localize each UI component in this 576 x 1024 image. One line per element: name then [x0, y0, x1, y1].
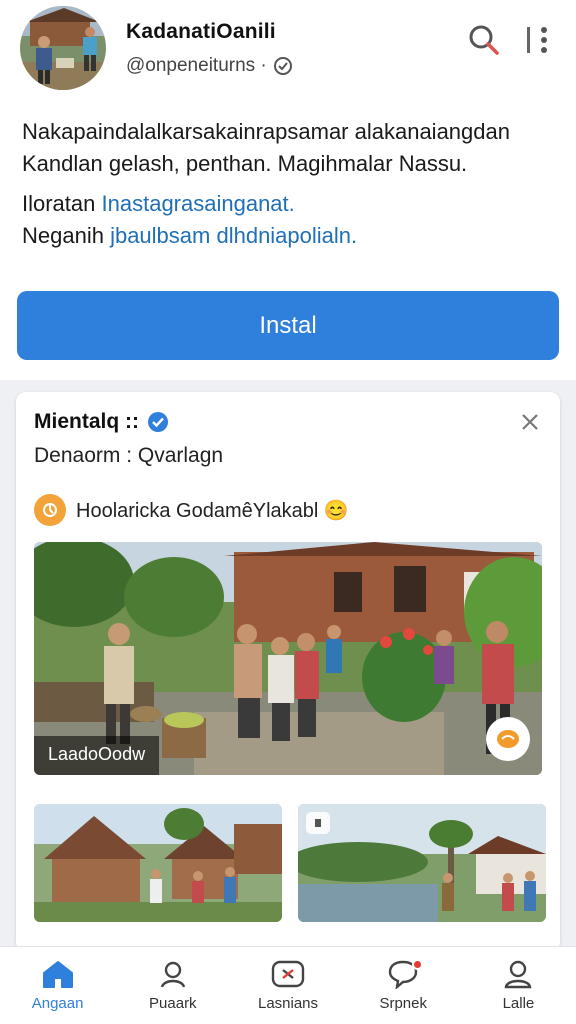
home-icon: [42, 961, 73, 988]
bio-line: Nakapaindalalkarsakainrapsamar alakanaia…: [22, 119, 510, 144]
search-icon[interactable]: [466, 22, 502, 58]
post-title: Mientalq ::: [34, 410, 139, 433]
profile-bio: Nakapaindalalkarsakainrapsamar alakanaia…: [22, 116, 562, 252]
link-prefix: Iloratan: [22, 191, 96, 216]
thumbnail-photo[interactable]: [298, 804, 546, 922]
bio-line: Kandlan gelash, penthan. Magihmalar Nass…: [22, 151, 468, 176]
post-title-row: Mientalq ::: [34, 410, 169, 434]
nav-label: Lalle: [502, 995, 535, 1012]
nav-item-search[interactable]: Puaark: [115, 947, 230, 1024]
verified-badge-icon: [148, 412, 168, 432]
games-icon: [271, 960, 305, 988]
nav-item-messages[interactable]: Srpnek: [346, 947, 461, 1024]
photo-caption: LaadoOodw: [34, 736, 160, 775]
nav-label: Angaan: [31, 995, 84, 1012]
notification-dot: [411, 959, 423, 970]
install-button[interactable]: Instal: [17, 291, 559, 360]
main-photo[interactable]: LaadoOodw: [34, 542, 542, 775]
bio-link-row: Neganih jbaulbsam dlhdniapolialn.: [22, 220, 562, 252]
photo-reaction-badge[interactable]: [486, 717, 530, 761]
profile-handle: @onpeneiturns ·: [126, 55, 267, 76]
nav-item-games[interactable]: Lasnians: [230, 947, 345, 1024]
post-subtitle: Denaorm : Qvarlagn: [34, 444, 224, 467]
handle-row: @onpeneiturns ·: [126, 55, 293, 77]
nav-label: Lasnians: [257, 995, 319, 1012]
location-icon: [34, 494, 66, 526]
bio-link-row: Iloratan Inastagrasainganat.: [22, 188, 562, 220]
profile-name: KadanatiOanili: [126, 20, 276, 43]
profile-link[interactable]: jbaulbsam dlhdniapolialn.: [110, 223, 357, 248]
post-chip[interactable]: Hoolaricka GodamêYlakabl 😊: [34, 494, 349, 526]
search-person-icon: [160, 961, 185, 988]
profile-header: KadanatiOanili @onpeneiturns · Nakapaind…: [0, 0, 576, 380]
media-type-icon: [306, 812, 330, 834]
nav-label: Srpnek: [379, 995, 427, 1012]
nav-label: Puaark: [149, 995, 197, 1012]
nav-item-home[interactable]: Angaan: [0, 947, 115, 1024]
avatar[interactable]: [20, 6, 106, 90]
thumbnail-photo[interactable]: [34, 804, 282, 922]
chip-text: Hoolaricka GodamêYlakabl 😊: [76, 499, 349, 522]
verified-icon: [273, 57, 292, 75]
nav-item-profile[interactable]: Lalle: [461, 947, 576, 1024]
profile-link[interactable]: Inastagrasainganat.: [102, 191, 295, 216]
post-card: Mientalq :: Denaorm : Qvarlagn Hoolarick…: [16, 392, 560, 952]
more-options-icon[interactable]: [522, 22, 552, 58]
bottom-nav: Angaan Puaark Lasnians Srpnek Lalle: [0, 946, 576, 1024]
link-prefix: Neganih: [22, 223, 104, 248]
reaction-icon: [497, 730, 519, 748]
close-icon[interactable]: [516, 408, 544, 436]
profile-icon: [505, 960, 532, 989]
